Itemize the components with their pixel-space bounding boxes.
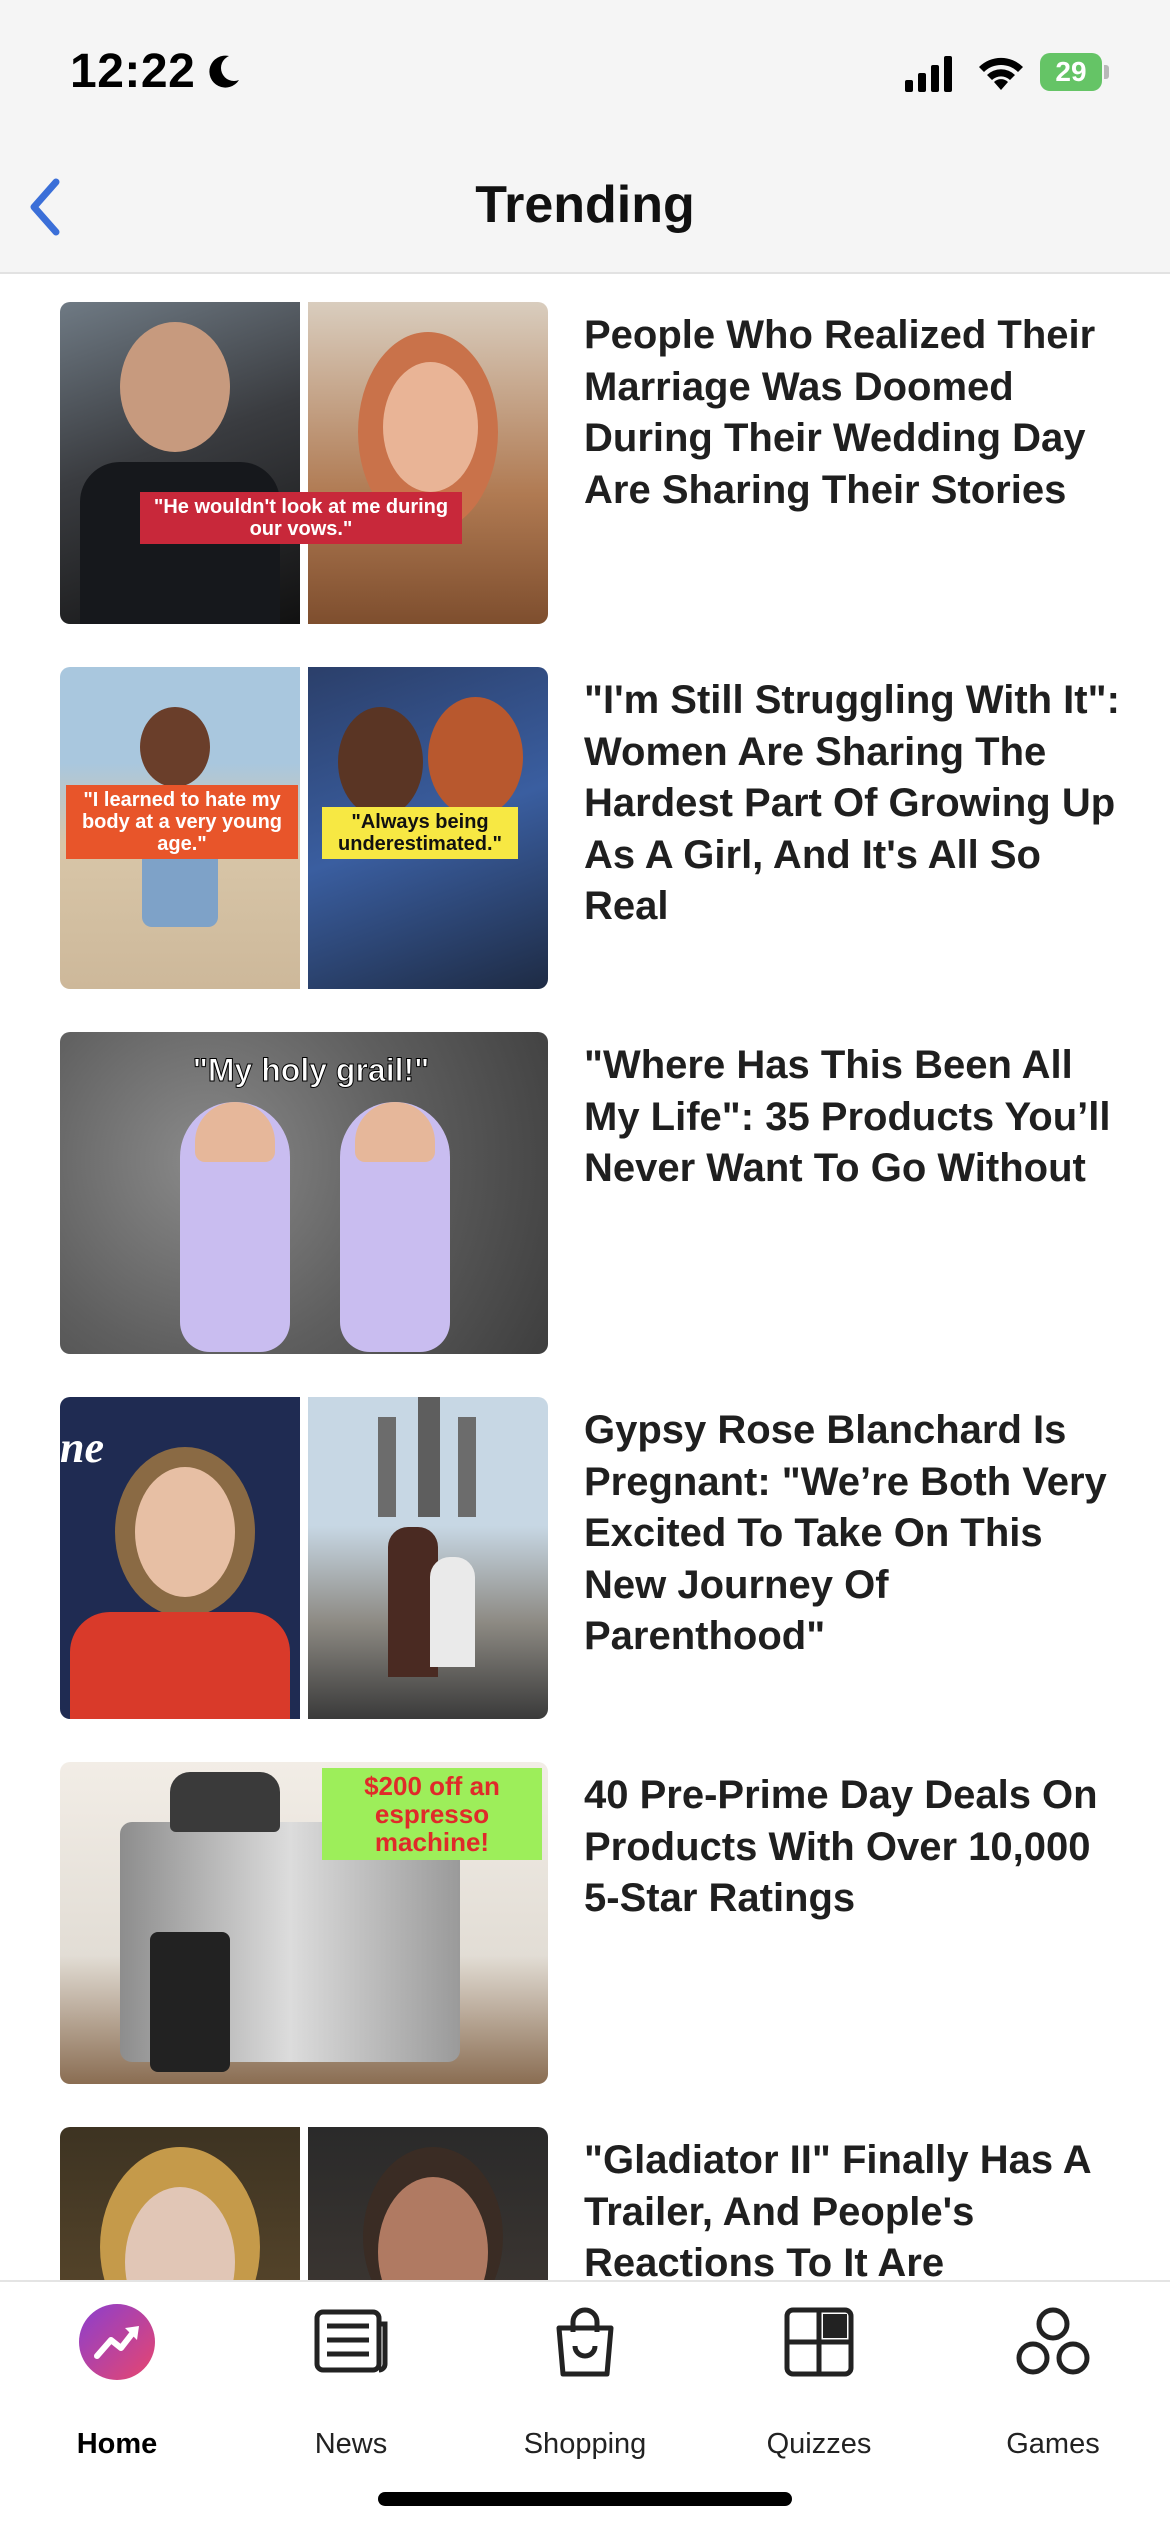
thumbnail-caption-left: "I learned to hate my body at a very you… (66, 785, 298, 859)
top-bar: 12:22 29 Trending (0, 0, 1170, 274)
battery-level: 29 (1040, 53, 1102, 91)
tab-label-news: News (314, 2428, 388, 2460)
thumbnail-backdrop-text: ne (60, 1423, 104, 1472)
article-thumbnail[interactable]: ne (60, 1397, 548, 1719)
page-title: Trending (475, 176, 695, 234)
quiz-grid-icon (784, 2307, 854, 2377)
article-headline[interactable]: 40 Pre-Prime Day Deals On Products With … (584, 1770, 1124, 1925)
moon-icon (209, 55, 239, 88)
tab-shopping[interactable]: Shopping (468, 2302, 702, 2460)
thumbnail-photo-bride (308, 302, 548, 624)
status-time: 12:22 (70, 45, 196, 98)
news-icon (314, 2309, 388, 2373)
tab-label-home: Home (76, 2428, 158, 2460)
article-card[interactable]: "He wouldn't look at me during our vows.… (60, 274, 1130, 624)
article-card[interactable]: $200 off an espresso machine! 40 Pre-Pri… (60, 1734, 1130, 2084)
home-indicator (378, 2492, 792, 2506)
article-card[interactable]: "I learned to hate my body at a very you… (60, 639, 1130, 989)
thumbnail-caption: "My holy grail!" (192, 1052, 430, 1089)
battery-icon: 29 (1040, 53, 1110, 91)
article-feed[interactable]: "He wouldn't look at me during our vows.… (0, 274, 1170, 2280)
article-headline[interactable]: "I'm Still Struggling With It": Women Ar… (584, 675, 1124, 933)
tab-label-quizzes: Quizzes (766, 2428, 872, 2460)
trending-icon (79, 2304, 155, 2380)
tab-label-games: Games (1006, 2428, 1100, 2460)
tab-games[interactable]: Games (936, 2302, 1170, 2460)
games-icon (1016, 2307, 1090, 2375)
article-thumbnail[interactable]: "My holy grail!" (60, 1032, 548, 1354)
thumbnail-caption: $200 off an espresso machine! (322, 1768, 542, 1860)
tab-news[interactable]: News (234, 2302, 468, 2460)
thumbnail-caption: "He wouldn't look at me during our vows.… (140, 492, 462, 544)
thumbnail-photo-couple-cathedral (308, 1397, 548, 1719)
thumbnail-photo-emperor (60, 2127, 300, 2280)
article-headline[interactable]: "Where Has This Been All My Life": 35 Pr… (584, 1040, 1124, 1195)
cellular-signal-icon (905, 56, 952, 92)
article-card[interactable]: "Gladiator II" Finally Has A Trailer, An… (60, 2099, 1130, 2280)
article-headline[interactable]: Gypsy Rose Blanchard Is Pregnant: "We’re… (584, 1405, 1124, 1663)
article-thumbnail[interactable] (60, 2127, 548, 2280)
thumbnail-photo-actor (308, 2127, 548, 2280)
tab-label-shopping: Shopping (523, 2428, 647, 2460)
wifi-icon (979, 57, 1023, 90)
thumbnail-caption-right: "Always being underestimated." (322, 807, 518, 859)
tab-quizzes[interactable]: Quizzes (702, 2302, 936, 2460)
article-thumbnail[interactable]: $200 off an espresso machine! (60, 1762, 548, 2084)
article-thumbnail[interactable]: "He wouldn't look at me during our vows.… (60, 302, 548, 624)
article-headline[interactable]: "Gladiator II" Finally Has A Trailer, An… (584, 2135, 1124, 2280)
article-headline[interactable]: People Who Realized Their Marriage Was D… (584, 310, 1124, 516)
thumbnail-photo-groom (60, 302, 300, 624)
thumbnail-photo-woman-red: ne (60, 1397, 300, 1719)
battery-tip (1104, 65, 1109, 79)
article-card[interactable]: ne Gypsy Rose Blanchard Is Pregnant: "We… (60, 1369, 1130, 1719)
article-card[interactable]: "My holy grail!" "Where Has This Been Al… (60, 1004, 1130, 1354)
article-thumbnail[interactable]: "I learned to hate my body at a very you… (60, 667, 548, 989)
tab-home[interactable]: Home (0, 2302, 234, 2460)
shopping-bag-icon (556, 2307, 614, 2377)
